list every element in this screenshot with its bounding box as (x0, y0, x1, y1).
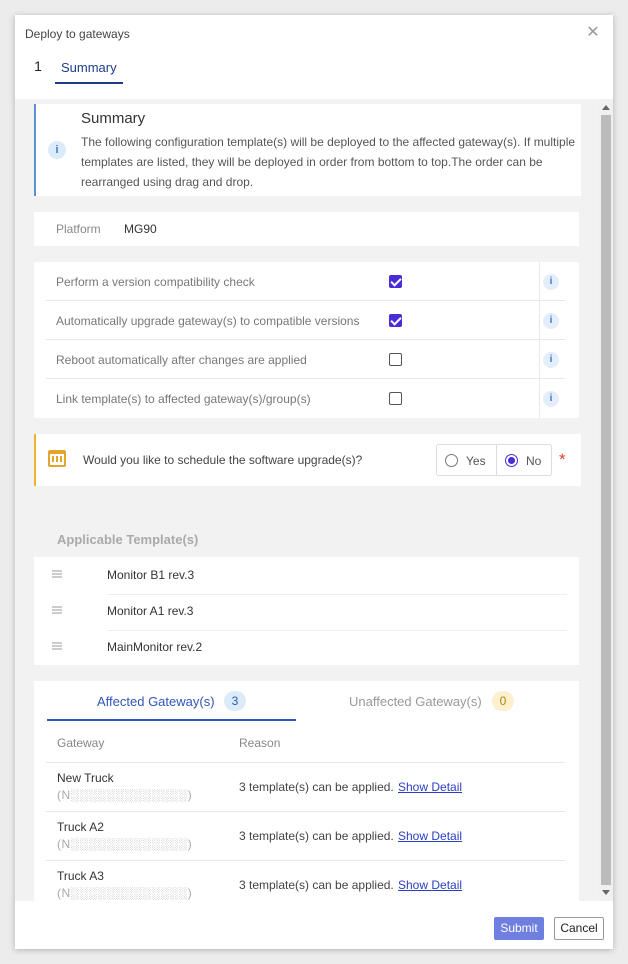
info-icon[interactable]: i (543, 313, 559, 329)
option-link-template: Link template(s) to affected gateway(s)/… (46, 379, 565, 418)
templates-heading: Applicable Template(s) (57, 532, 199, 547)
gateway-reason: 3 template(s) can be applied. (239, 780, 394, 794)
scroll-down-icon[interactable] (602, 890, 610, 895)
gateway-reason: 3 template(s) can be applied. (239, 829, 394, 843)
gateway-table-header: Gateway Reason (46, 723, 565, 763)
tab-affected-gateways[interactable]: Affected Gateway(s) 3 (47, 681, 296, 721)
option-label: Link template(s) to affected gateway(s)/… (56, 392, 311, 406)
drag-handle-icon[interactable] (52, 570, 62, 578)
column-header-gateway: Gateway (57, 736, 105, 750)
close-icon[interactable]: ✕ (585, 25, 601, 41)
gateway-reason: 3 template(s) can be applied. (239, 878, 394, 892)
divider (539, 340, 540, 379)
platform-card: Platform MG90 (34, 212, 579, 246)
template-name: MainMonitor rev.2 (107, 640, 203, 654)
yes-radio[interactable] (445, 454, 458, 467)
dialog-titlebar: Deploy to gateways ✕ (15, 15, 613, 53)
schedule-no-option[interactable]: No (497, 445, 551, 475)
platform-label: Platform (56, 222, 101, 236)
schedule-card: Would you like to schedule the software … (34, 434, 581, 486)
gateway-name: New Truck (57, 771, 114, 785)
template-name: Monitor B1 rev.3 (107, 568, 567, 595)
template-name: Monitor A1 rev.3 (107, 604, 567, 631)
template-item[interactable]: MainMonitor rev.2 (34, 629, 569, 665)
drag-handle-icon[interactable] (52, 606, 62, 614)
platform-value: MG90 (124, 222, 157, 236)
template-item[interactable]: Monitor B1 rev.3 (34, 557, 569, 595)
option-auto-reboot: Reboot automatically after changes are a… (46, 340, 565, 379)
schedule-radio-group: Yes No (436, 444, 552, 476)
option-auto-upgrade: Automatically upgrade gateway(s) to comp… (46, 301, 565, 340)
step-number: 1 (27, 55, 49, 77)
tab-label: Unaffected Gateway(s) (349, 694, 482, 709)
info-icon[interactable]: i (543, 352, 559, 368)
step-summary-tab[interactable]: Summary (55, 53, 123, 84)
count-badge: 0 (492, 691, 514, 711)
required-mark: * (559, 450, 566, 469)
scroll-up-icon[interactable] (602, 105, 610, 110)
yes-label: Yes (466, 454, 486, 468)
gateway-id: (N░░░░░░░░░░░░░) (57, 788, 193, 802)
info-icon[interactable]: i (543, 391, 559, 407)
cancel-button[interactable]: Cancel (554, 917, 604, 940)
dialog-content: i Summary The following configuration te… (15, 99, 599, 901)
option-label: Perform a version compatibility check (56, 275, 255, 289)
no-radio[interactable] (505, 454, 518, 467)
gateway-id: (N░░░░░░░░░░░░░) (57, 837, 193, 851)
version-check-checkbox[interactable] (389, 275, 402, 288)
summary-title: Summary (81, 110, 146, 127)
schedule-question: Would you like to schedule the software … (83, 453, 363, 467)
auto-reboot-checkbox[interactable] (389, 353, 402, 366)
gateway-id: (N░░░░░░░░░░░░░) (57, 886, 193, 900)
table-row: Truck A3 (N░░░░░░░░░░░░░) 3 template(s) … (46, 861, 565, 901)
option-label: Reboot automatically after changes are a… (56, 353, 307, 367)
table-row: New Truck (N░░░░░░░░░░░░░) 3 template(s)… (46, 763, 565, 812)
stepper: 1 Summary (15, 53, 613, 99)
templates-list: Monitor B1 rev.3 Monitor A1 rev.3 MainMo… (34, 557, 579, 665)
scroll-thumb[interactable] (601, 115, 611, 885)
option-label: Automatically upgrade gateway(s) to comp… (56, 314, 360, 328)
calendar-icon (48, 450, 66, 467)
no-label: No (526, 454, 542, 468)
divider (539, 301, 540, 340)
submit-button[interactable]: Submit (494, 917, 544, 940)
tab-label: Affected Gateway(s) (97, 694, 215, 709)
template-item[interactable]: Monitor A1 rev.3 (34, 593, 569, 631)
summary-body: The following configuration template(s) … (81, 135, 576, 189)
info-icon[interactable]: i (543, 274, 559, 290)
gateway-name: Truck A3 (57, 869, 104, 883)
schedule-yes-option[interactable]: Yes (437, 445, 497, 475)
show-detail-link[interactable]: Show Detail (398, 780, 462, 794)
divider (539, 379, 540, 418)
tab-unaffected-gateways[interactable]: Unaffected Gateway(s) 0 (296, 681, 566, 721)
column-header-reason: Reason (239, 736, 281, 750)
info-icon: i (48, 141, 66, 159)
deploy-dialog: Deploy to gateways ✕ 1 Summary i Summary… (15, 15, 613, 949)
content-scrollbar[interactable] (599, 99, 613, 901)
table-row: Truck A2 (N░░░░░░░░░░░░░) 3 template(s) … (46, 812, 565, 861)
option-version-check: Perform a version compatibility check i (46, 262, 565, 301)
show-detail-link[interactable]: Show Detail (398, 829, 462, 843)
summary-info-card: i Summary The following configuration te… (34, 104, 581, 196)
gateway-tabs: Affected Gateway(s) 3 Unaffected Gateway… (34, 681, 579, 721)
options-card: Perform a version compatibility check i … (34, 262, 579, 418)
gateways-card: Affected Gateway(s) 3 Unaffected Gateway… (34, 681, 579, 901)
divider (539, 262, 540, 301)
show-detail-link[interactable]: Show Detail (398, 878, 462, 892)
drag-handle-icon[interactable] (52, 642, 62, 650)
gateway-name: Truck A2 (57, 820, 104, 834)
dialog-title: Deploy to gateways (25, 27, 130, 41)
auto-upgrade-checkbox[interactable] (389, 314, 402, 327)
count-badge: 3 (224, 691, 246, 711)
link-template-checkbox[interactable] (389, 392, 402, 405)
